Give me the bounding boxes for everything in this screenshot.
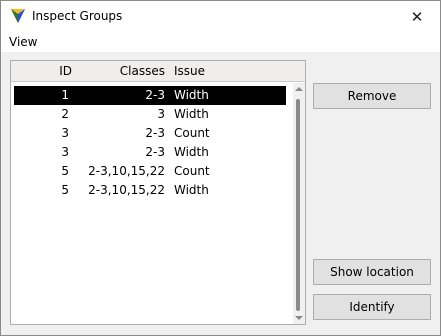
identify-button-label: Identify [349,300,395,314]
cell-id: 3 [61,145,69,159]
cell-issue: Width [174,183,209,197]
list-header: ID Classes Issue [11,61,305,82]
groups-list[interactable]: ID Classes Issue 1 2-3 Width 2 3 Width 3… [10,60,306,325]
table-row[interactable]: 5 2-3,10,15,22 Width [14,181,286,200]
table-row[interactable]: 3 2-3 Width [14,143,286,162]
scroll-up-arrow-icon[interactable] [295,87,303,91]
cell-issue: Width [174,145,209,159]
cell-id: 1 [61,88,69,102]
close-button[interactable]: ✕ [394,1,440,32]
column-header-id[interactable]: ID [36,64,72,78]
table-row[interactable]: 2 3 Width [14,105,286,124]
inspect-groups-dialog: Inspect Groups ✕ View ID Classes Issue 1… [0,0,441,336]
menu-bar: View [1,32,440,52]
close-icon: ✕ [410,7,424,26]
table-row[interactable]: 5 2-3,10,15,22 Count [14,162,286,181]
cell-classes: 2-3,10,15,22 [88,183,165,197]
cell-classes: 2-3 [145,145,165,159]
cell-id: 2 [61,107,69,121]
identify-button[interactable]: Identify [313,294,431,320]
cell-id: 5 [61,164,69,178]
cell-issue: Width [174,88,209,102]
remove-button[interactable]: Remove [313,83,431,109]
column-header-issue[interactable]: Issue [174,64,205,78]
cell-classes: 3 [157,107,165,121]
scrollbar-thumb[interactable] [296,99,300,311]
table-row[interactable]: 3 2-3 Count [14,124,286,143]
show-location-button-label: Show location [330,265,414,279]
cell-issue: Count [174,126,210,140]
cell-id: 5 [61,183,69,197]
cell-classes: 2-3 [145,88,165,102]
menu-view[interactable]: View [9,35,37,49]
scroll-down-arrow-icon[interactable] [295,316,303,320]
list-rows: 1 2-3 Width 2 3 Width 3 2-3 Count 3 2-3 … [14,86,286,200]
table-row[interactable]: 1 2-3 Width [14,86,286,105]
vertical-scrollbar[interactable] [293,83,305,324]
cell-issue: Count [174,164,210,178]
app-logo-icon [11,9,25,23]
cell-classes: 2-3,10,15,22 [88,164,165,178]
title-bar: Inspect Groups ✕ [1,1,440,32]
remove-button-label: Remove [347,89,397,103]
column-header-classes[interactable]: Classes [71,64,165,78]
show-location-button[interactable]: Show location [313,259,431,285]
cell-classes: 2-3 [145,126,165,140]
cell-id: 3 [61,126,69,140]
cell-issue: Width [174,107,209,121]
window-title: Inspect Groups [32,9,123,23]
